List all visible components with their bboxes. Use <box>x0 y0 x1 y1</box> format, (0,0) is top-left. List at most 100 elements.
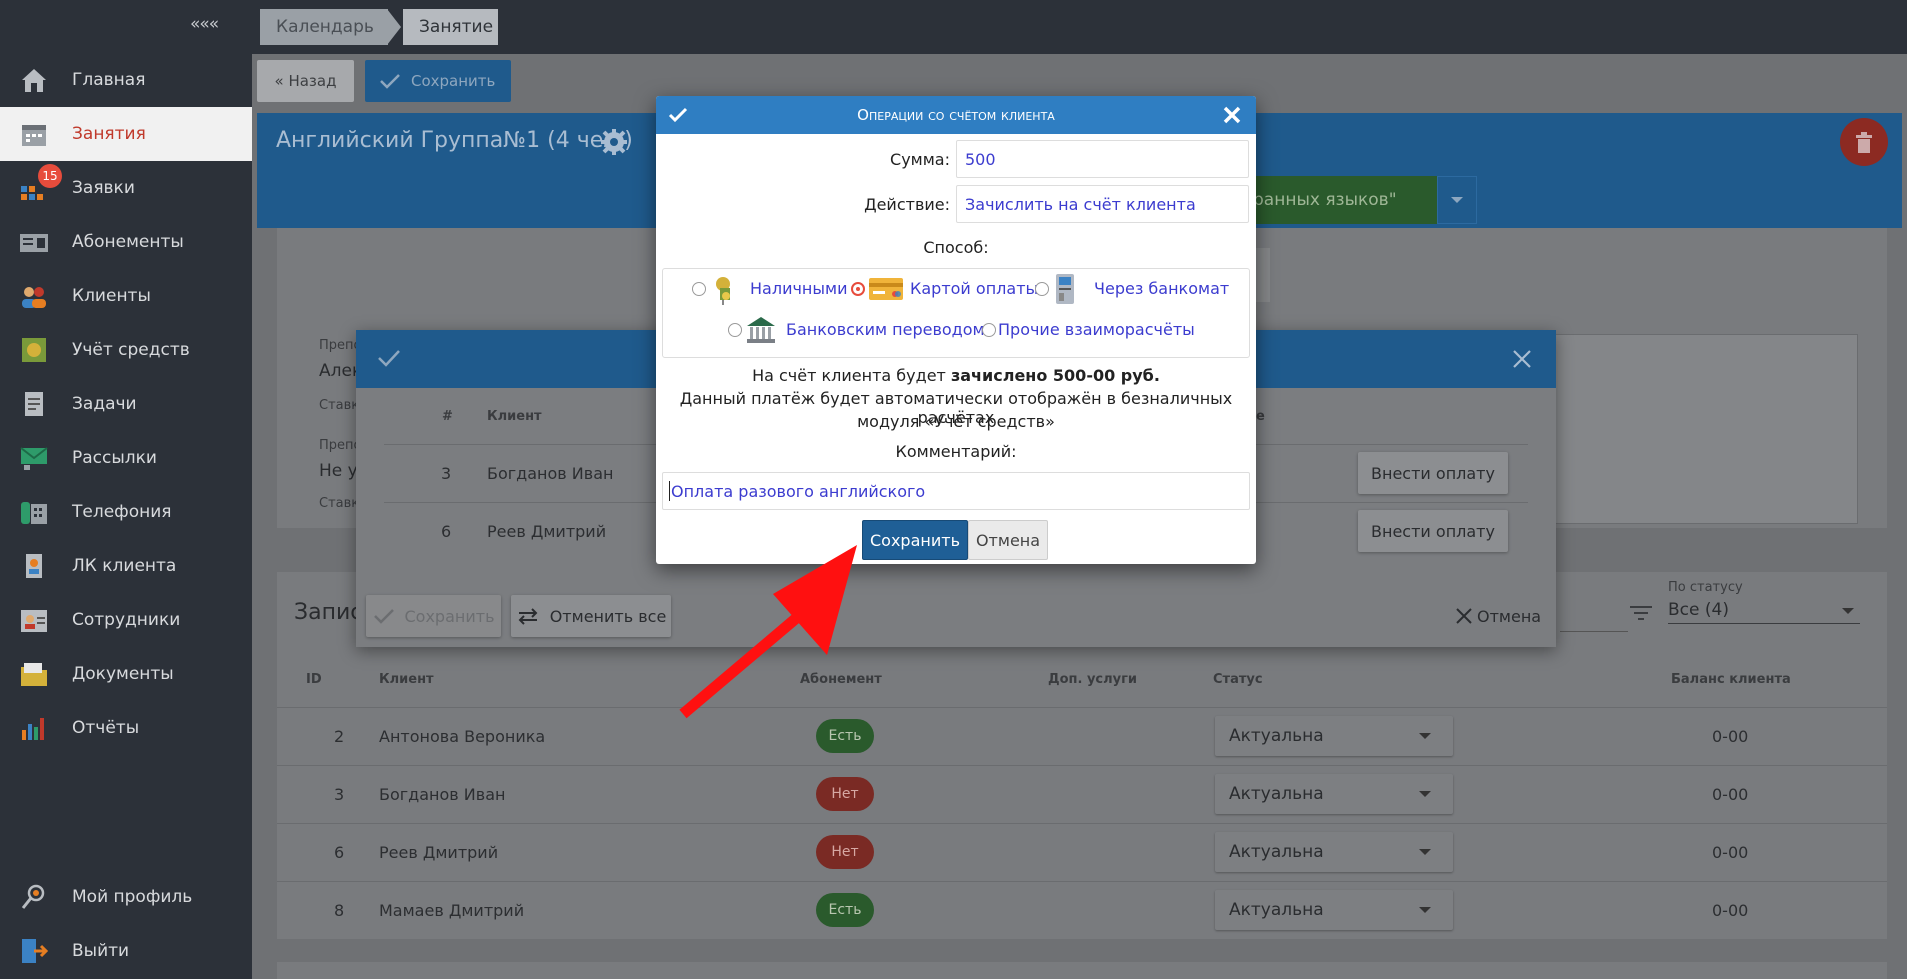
radio-bank-transfer[interactable] <box>728 323 742 337</box>
chevron-down-icon <box>1419 849 1431 855</box>
sidebar-item-subscriptions[interactable]: Абонементы <box>0 215 252 269</box>
back-button[interactable]: « Назад <box>257 60 354 102</box>
sidebar-item-requests[interactable]: 15 Заявки <box>0 161 252 215</box>
row-balance: 0-00 <box>1712 901 1749 920</box>
gear-icon[interactable] <box>600 128 628 156</box>
row-status-select[interactable]: Актуальна <box>1215 832 1453 872</box>
method-card-label[interactable]: Картой оплаты <box>910 279 1038 298</box>
sidebar-item-lessons[interactable]: Занятия <box>0 107 252 161</box>
delete-button[interactable] <box>1840 118 1888 166</box>
sidebar-item-client-account[interactable]: ЛК клиента <box>0 539 252 593</box>
row-status-select[interactable]: Актуальна <box>1215 890 1453 930</box>
chevron-down-icon <box>1419 907 1431 913</box>
sidebar-item-label: Сотрудники <box>72 610 181 630</box>
column-header-subscription: Абонемент <box>800 672 882 687</box>
sidebar-item-label: Выйти <box>72 941 130 961</box>
table-row[interactable] <box>277 823 1887 881</box>
table-row[interactable] <box>277 765 1887 823</box>
action-value: Зачислить на счёт клиента <box>965 194 1196 214</box>
radio-card[interactable] <box>851 282 865 296</box>
sidebar-item-label: Рассылки <box>72 448 157 468</box>
comment-value: Оплата разового английского <box>671 481 926 501</box>
page-title: Английский Группа№1 (4 чел.) <box>276 128 633 153</box>
column-header-balance: Баланс клиента <box>1671 672 1791 687</box>
cancel-all-button[interactable]: Отменить все <box>511 595 671 637</box>
modal-cancel-button[interactable]: Отмена <box>1455 603 1541 629</box>
program-dropdown-button[interactable] <box>1437 176 1477 224</box>
sidebar-item-profile[interactable]: Мой профиль <box>0 870 252 924</box>
row-balance: 0-00 <box>1712 785 1749 804</box>
row-num: 6 <box>441 522 452 541</box>
credit-summary-prefix: На счёт клиента будет <box>752 366 951 385</box>
row-client: Мамаев Дмитрий <box>379 901 525 920</box>
row-client: Антонова Вероника <box>379 727 546 746</box>
rate-label: Ставк <box>319 398 360 413</box>
close-icon[interactable] <box>1512 349 1532 369</box>
phone-icon <box>21 502 47 524</box>
credit-summary-amount: зачислено 500-00 руб. <box>950 366 1160 385</box>
method-label: Способ: <box>923 238 989 257</box>
cancel-all-label: Отменить все <box>549 606 667 626</box>
comment-input[interactable]: Оплата разового английского <box>662 472 1250 510</box>
sidebar-item-label: Заявки <box>72 178 135 198</box>
subscription-badge-text: Нет <box>831 844 859 860</box>
chevron-down-icon <box>1842 608 1854 614</box>
swap-icon <box>518 608 538 625</box>
text-cursor <box>669 481 670 501</box>
sidebar-item-home[interactable]: Главная <box>0 53 252 107</box>
method-other-label[interactable]: Прочие взаиморасчёты <box>998 320 1195 339</box>
card-icon <box>869 278 903 300</box>
breadcrumb-lesson[interactable]: Занятие <box>403 9 498 45</box>
close-icon[interactable] <box>1222 105 1242 125</box>
modal-save-button[interactable]: Сохранить <box>366 595 501 637</box>
clients-icon <box>22 287 46 308</box>
sidebar-item-label: Учёт средств <box>72 340 190 360</box>
sidebar-item-mailings[interactable]: Рассылки <box>0 431 252 485</box>
radio-cash[interactable] <box>692 282 706 296</box>
column-header-client: Клиент <box>379 672 434 687</box>
trash-icon <box>1856 132 1872 153</box>
home-icon <box>22 69 46 92</box>
program-value: ранных языков" <box>1253 190 1397 210</box>
rate2-label: Ставк <box>319 496 360 511</box>
sidebar-item-finance[interactable]: Учёт средств <box>0 323 252 377</box>
check-icon[interactable] <box>668 106 688 124</box>
breadcrumb-label: Занятие <box>419 17 494 37</box>
sidebar-item-logout[interactable]: Выйти <box>0 924 252 978</box>
breadcrumb-calendar[interactable]: Календарь <box>260 9 388 45</box>
sidebar-item-reports[interactable]: Отчёты <box>0 701 252 755</box>
sidebar-collapse-button[interactable]: ««« <box>190 14 219 34</box>
sidebar-item-label: Главная <box>72 70 146 90</box>
add-payment-button[interactable]: Внести оплату <box>1358 452 1508 494</box>
client-account-icon <box>26 554 42 578</box>
filter-label: По статусу <box>1668 580 1743 595</box>
radio-atm[interactable] <box>1035 282 1049 296</box>
method-bank-transfer-label[interactable]: Банковским переводом <box>786 320 985 339</box>
action-select[interactable]: Зачислить на счёт клиента <box>956 185 1249 223</box>
amount-input[interactable]: 500 <box>956 140 1249 178</box>
sidebar-item-staff[interactable]: Сотрудники <box>0 593 252 647</box>
column-header-services: Доп. услуги <box>1048 672 1138 687</box>
status-filter-select[interactable]: Все (4) <box>1668 600 1860 624</box>
filter-icon[interactable] <box>1630 604 1652 622</box>
dialog-save-button[interactable]: Сохранить <box>862 520 968 560</box>
method-atm-label[interactable]: Через банкомат <box>1094 279 1229 298</box>
sidebar-item-telephony[interactable]: Телефония <box>0 485 252 539</box>
row-status-select[interactable]: Актуальна <box>1215 774 1453 814</box>
row-status-select[interactable]: Актуальна <box>1215 716 1453 756</box>
save-button[interactable]: Сохранить <box>365 60 511 102</box>
radio-other[interactable] <box>982 323 996 337</box>
subscription-icon <box>20 234 48 252</box>
top-bar <box>252 0 1907 54</box>
method-cash-label[interactable]: Наличными <box>750 279 847 298</box>
add-payment-button[interactable]: Внести оплату <box>1358 510 1508 552</box>
check-icon <box>380 74 400 89</box>
search-input[interactable] <box>1560 631 1628 632</box>
sidebar-item-documents[interactable]: Документы <box>0 647 252 701</box>
sidebar-item-tasks[interactable]: Задачи <box>0 377 252 431</box>
sidebar-item-label: Мой профиль <box>72 887 193 907</box>
program-select[interactable]: ранных языков" <box>1245 176 1437 224</box>
sidebar-item-clients[interactable]: Клиенты <box>0 269 252 323</box>
dialog-cancel-button[interactable]: Отмена <box>968 520 1048 560</box>
check-icon[interactable] <box>377 348 401 368</box>
